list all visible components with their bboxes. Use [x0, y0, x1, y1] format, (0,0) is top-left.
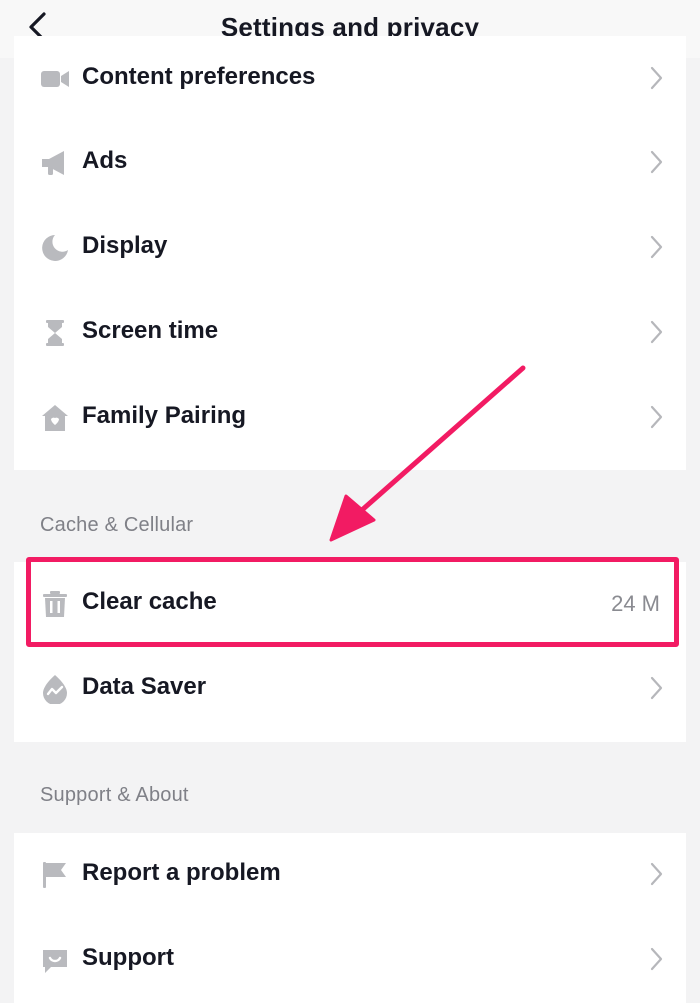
- chat-bubble-icon: [43, 950, 67, 973]
- settings-item-screen-time[interactable]: Screen time: [14, 291, 686, 376]
- settings-item-content-preferences[interactable]: Content preferences: [14, 36, 686, 121]
- moon-icon: [42, 235, 68, 261]
- settings-item-report-problem[interactable]: Report a problem: [14, 833, 686, 918]
- settings-item-data-saver[interactable]: Data Saver: [14, 647, 686, 732]
- settings-item-label: Data Saver: [82, 673, 207, 700]
- chevron-right-icon: [650, 320, 663, 344]
- settings-item-family-pairing[interactable]: Family Pairing: [14, 376, 686, 461]
- clear-cache-highlight-box: [26, 557, 679, 647]
- chevron-right-icon: [650, 150, 663, 174]
- house-icon: [42, 405, 68, 431]
- settings-group-top: Content preferences Ads Display Screen t…: [14, 36, 686, 470]
- chevron-right-icon: [650, 405, 663, 429]
- section-title-cache: Cache & Cellular: [40, 514, 194, 536]
- settings-item-label: Screen time: [82, 317, 219, 344]
- settings-item-label: Support: [82, 944, 174, 971]
- flag-icon: [43, 862, 66, 888]
- settings-item-display[interactable]: Display: [14, 206, 686, 291]
- settings-item-ads[interactable]: Ads: [14, 121, 686, 206]
- settings-item-label: Content preferences: [82, 63, 316, 90]
- settings-item-label: Family Pairing: [82, 402, 247, 429]
- chevron-right-icon: [650, 66, 663, 90]
- settings-item-support[interactable]: Support: [14, 918, 686, 1003]
- settings-item-label: Ads: [82, 147, 128, 174]
- settings-group-support: Report a problem Support: [14, 833, 686, 1003]
- chevron-right-icon: [650, 235, 663, 259]
- chevron-right-icon: [650, 862, 663, 886]
- chevron-right-icon: [650, 676, 663, 700]
- video-camera-icon: [41, 71, 69, 87]
- data-saver-icon: [43, 675, 67, 704]
- section-title-support: Support & About: [40, 784, 189, 806]
- settings-item-label: Report a problem: [82, 859, 281, 886]
- megaphone-icon: [42, 151, 64, 175]
- settings-item-label: Display: [82, 232, 168, 259]
- chevron-right-icon: [650, 947, 663, 971]
- hourglass-icon: [46, 320, 64, 346]
